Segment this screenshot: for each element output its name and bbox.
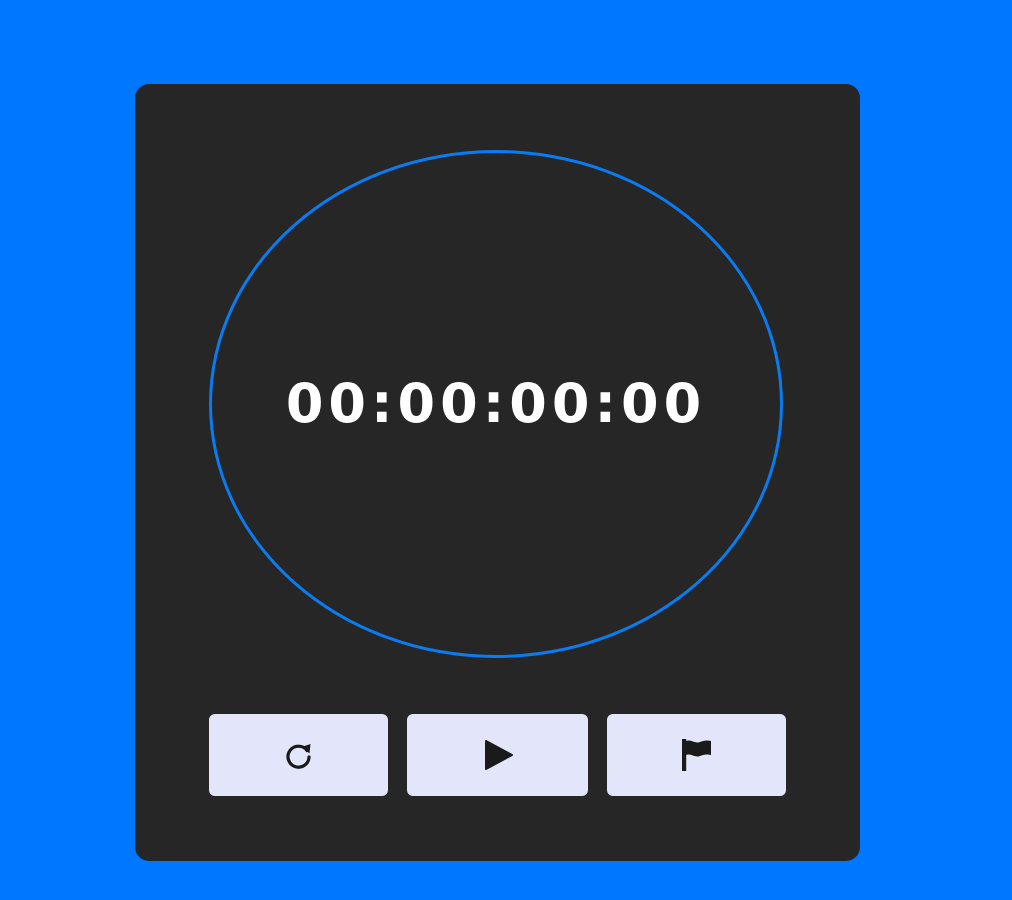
reset-button[interactable] xyxy=(209,714,388,796)
redo-icon xyxy=(282,738,316,772)
lap-button[interactable] xyxy=(607,714,786,796)
stopwatch-controls xyxy=(209,714,787,796)
time-display: 00:00:00:00 xyxy=(209,150,783,658)
play-icon xyxy=(481,738,515,772)
flag-icon xyxy=(679,737,715,773)
play-button[interactable] xyxy=(407,714,588,796)
stopwatch-card: 00:00:00:00 xyxy=(135,84,860,861)
elapsed-time: 00:00:00:00 xyxy=(285,372,707,435)
